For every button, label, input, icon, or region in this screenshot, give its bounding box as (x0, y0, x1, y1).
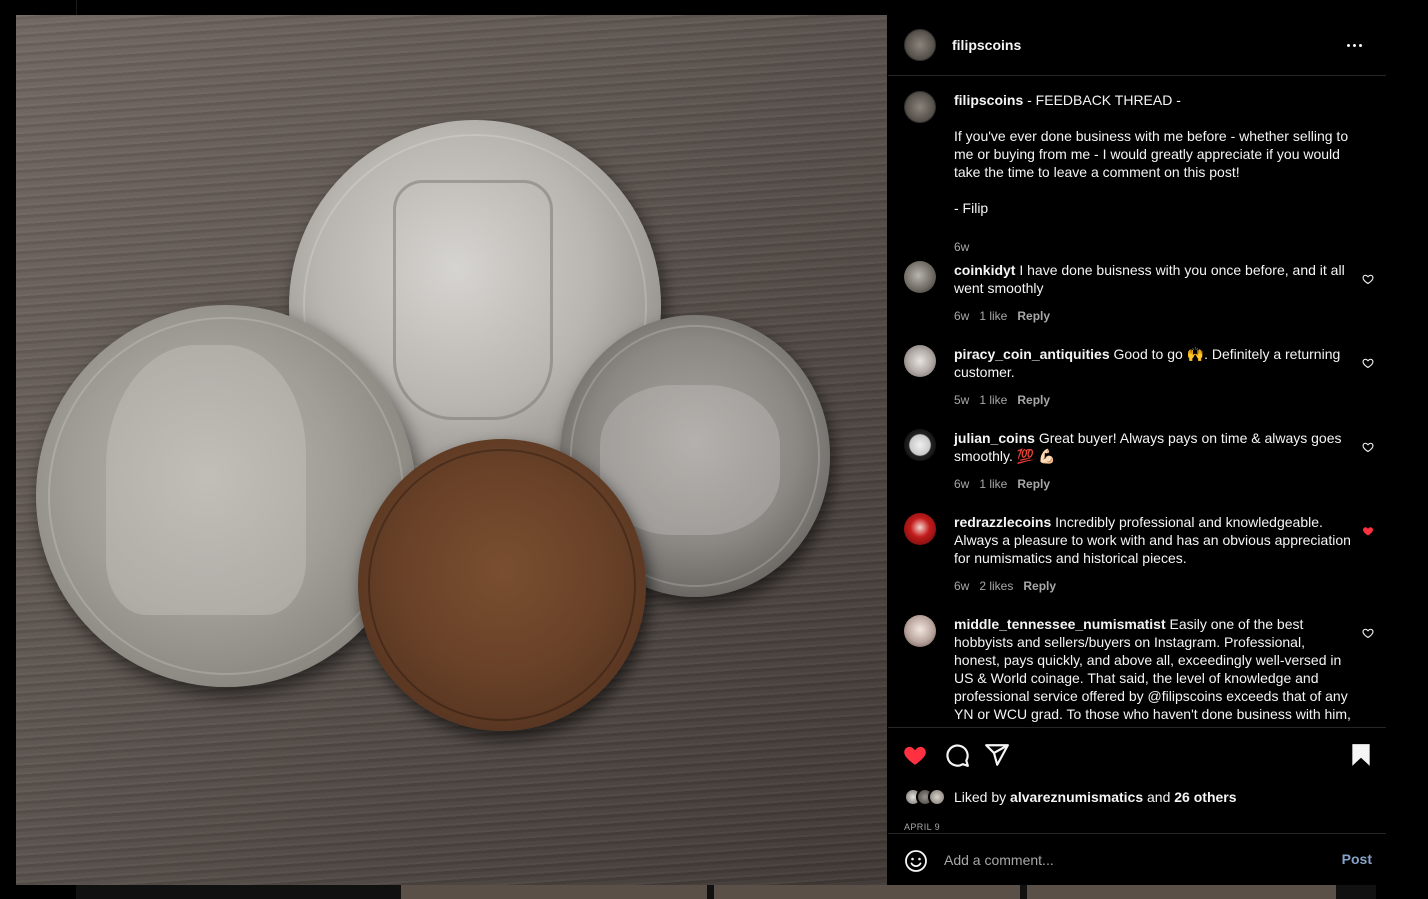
heart-outline-icon[interactable] (1362, 273, 1374, 285)
reply-button[interactable]: Reply (1023, 579, 1056, 593)
comment: coinkidyt I have done buisness with you … (904, 261, 1374, 331)
comment: middle_tennessee_numismatist Easily one … (904, 615, 1374, 727)
avatar[interactable] (904, 615, 936, 647)
avatar[interactable] (904, 513, 936, 545)
caption-meta: 6w (954, 240, 969, 254)
add-comment-bar: Post (888, 833, 1386, 885)
comment: redrazzlecoins Incredibly professional a… (904, 513, 1374, 603)
background-thumbnail[interactable] (714, 885, 1020, 899)
comment-body: redrazzlecoins Incredibly professional a… (954, 513, 1354, 567)
comment-meta: 6w 2 likes Reply (954, 579, 1056, 593)
background-thumbnail[interactable] (1027, 885, 1336, 899)
liked-by-row[interactable]: Liked by alvareznumismatics and 26 other… (904, 786, 1237, 808)
paper-plane-icon[interactable] (984, 742, 1010, 768)
comment-likes[interactable]: 2 likes (979, 579, 1013, 593)
comment-icon[interactable] (944, 742, 970, 768)
comment-meta: 5w 1 like Reply (954, 393, 1050, 407)
post-header: filipscoins (888, 15, 1386, 76)
comment-body: middle_tennessee_numismatist Easily one … (954, 615, 1354, 727)
post-image[interactable] (16, 15, 887, 885)
caption-time[interactable]: 6w (954, 240, 969, 254)
caption-body: filipscoins - FEEDBACK THREAD - If you'v… (954, 91, 1354, 217)
avatar[interactable] (904, 29, 936, 61)
avatar[interactable] (904, 91, 936, 123)
comment-likes[interactable]: 1 like (979, 393, 1007, 407)
heart-outline-icon[interactable] (1362, 441, 1374, 453)
liked-by-others[interactable]: 26 others (1174, 789, 1236, 805)
comment-body: coinkidyt I have done buisness with you … (954, 261, 1354, 297)
avatar[interactable] (904, 261, 936, 293)
coin-rim (368, 449, 636, 721)
heart-filled-icon[interactable] (902, 742, 928, 768)
comment-username[interactable]: middle_tennessee_numismatist (954, 616, 1166, 632)
avatar[interactable] (904, 345, 936, 377)
post-date[interactable]: APRIL 9 (904, 822, 940, 832)
emoji-icon[interactable] (904, 849, 928, 873)
background-thumbnail[interactable] (401, 885, 707, 899)
bookmark-filled-icon[interactable] (1348, 742, 1374, 768)
coin-seated-liberty (36, 305, 416, 687)
comment-likes[interactable]: 1 like (979, 477, 1007, 491)
caption: filipscoins - FEEDBACK THREAD - If you'v… (904, 91, 1374, 254)
post-author-username[interactable]: filipscoins (952, 37, 1021, 53)
post-actions: Liked by alvareznumismatics and 26 other… (888, 727, 1386, 833)
comment: julian_coins Great buyer! Always pays on… (904, 429, 1374, 499)
avatar[interactable] (904, 429, 936, 461)
more-horizontal-icon[interactable] (1342, 33, 1366, 57)
heart-outline-icon[interactable] (1362, 627, 1374, 639)
reply-button[interactable]: Reply (1017, 309, 1050, 323)
liked-by-user[interactable]: alvareznumismatics (1010, 789, 1143, 805)
post-comment-button[interactable]: Post (1342, 851, 1372, 867)
coin-rim (48, 317, 404, 675)
comment-body: julian_coins Great buyer! Always pays on… (954, 429, 1354, 465)
comment-body: piracy_coin_antiquities Good to go 🙌. De… (954, 345, 1354, 381)
liked-by-middle: and (1147, 789, 1171, 805)
comment-time[interactable]: 6w (954, 309, 969, 323)
post-side-panel: filipscoins filipscoins - FEEDBACK THREA… (888, 15, 1386, 885)
comment-username[interactable]: piracy_coin_antiquities (954, 346, 1110, 362)
liked-by-text: Liked by alvareznumismatics and 26 other… (954, 789, 1237, 805)
comment-likes[interactable]: 1 like (979, 309, 1007, 323)
comment: piracy_coin_antiquities Good to go 🙌. De… (904, 345, 1374, 415)
comment-time[interactable]: 6w (954, 579, 969, 593)
comment-meta: 6w 1 like Reply (954, 477, 1050, 491)
liked-by-prefix: Liked by (954, 789, 1007, 805)
reply-button[interactable]: Reply (1017, 477, 1050, 491)
coin-copper (358, 439, 646, 731)
heart-filled-icon[interactable] (1362, 525, 1374, 537)
caption-text: - FEEDBACK THREAD - If you've ever done … (954, 92, 1349, 216)
comment-text: Easily one of the best hobbyists and sel… (954, 616, 1351, 727)
comment-time[interactable]: 5w (954, 393, 969, 407)
caption-username[interactable]: filipscoins (954, 92, 1023, 108)
comment-username[interactable]: julian_coins (954, 430, 1035, 446)
comment-username[interactable]: redrazzlecoins (954, 514, 1051, 530)
comment-time[interactable]: 6w (954, 477, 969, 491)
reply-button[interactable]: Reply (1017, 393, 1050, 407)
comments-list[interactable]: filipscoins - FEEDBACK THREAD - If you'v… (888, 77, 1386, 727)
avatar (928, 788, 946, 806)
comment-meta: 6w 1 like Reply (954, 309, 1050, 323)
heart-outline-icon[interactable] (1362, 357, 1374, 369)
comment-input[interactable] (944, 848, 1324, 872)
comment-username[interactable]: coinkidyt (954, 262, 1015, 278)
